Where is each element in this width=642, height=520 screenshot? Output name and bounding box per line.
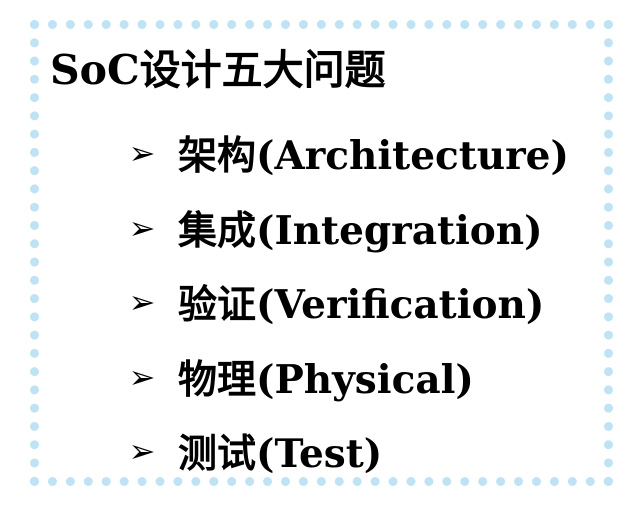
- list-item: ➢ 测试(Test): [124, 414, 569, 489]
- list-item: ➢ 架构(Architecture): [124, 116, 569, 191]
- list-item-label: 测试(Test): [178, 431, 383, 478]
- arrowhead-bullet-icon: ➢: [128, 357, 156, 396]
- arrowhead-bullet-icon: ➢: [128, 208, 156, 247]
- arrowhead-bullet-icon: ➢: [128, 134, 156, 173]
- slide: SoC设计五大问题 ➢ 架构(Architecture) ➢ 集成(Integr…: [0, 0, 642, 520]
- slide-title: SoC设计五大问题: [50, 46, 386, 94]
- list-item: ➢ 物理(Physical): [124, 340, 569, 415]
- list-item-label: 架构(Architecture): [178, 133, 569, 180]
- arrowhead-bullet-icon: ➢: [128, 432, 156, 471]
- list-item: ➢ 集成(Integration): [124, 191, 569, 266]
- list-item-label: 集成(Integration): [178, 207, 543, 254]
- list-item: ➢ 验证(Verification): [124, 265, 569, 340]
- arrowhead-bullet-icon: ➢: [128, 283, 156, 322]
- bullet-list: ➢ 架构(Architecture) ➢ 集成(Integration) ➢ 验…: [124, 116, 569, 489]
- list-item-label: 验证(Verification): [178, 282, 545, 329]
- list-item-label: 物理(Physical): [178, 356, 474, 403]
